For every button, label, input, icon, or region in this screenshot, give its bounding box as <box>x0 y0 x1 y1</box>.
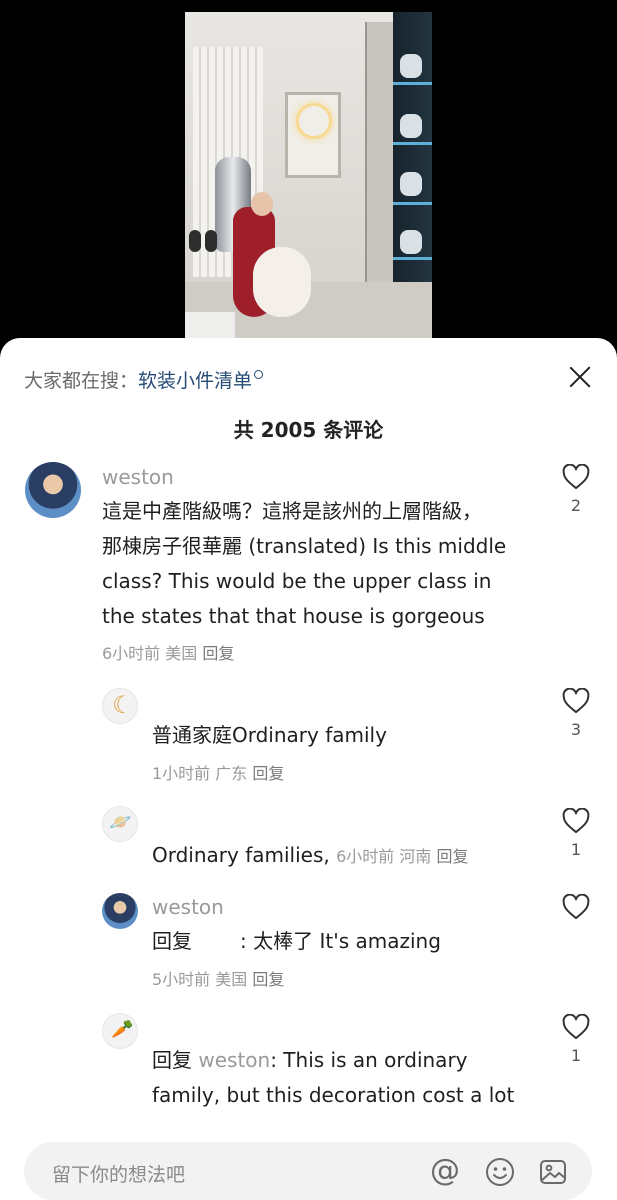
comment-input[interactable]: 留下你的想法吧 <box>52 1160 185 1187</box>
heart-outline-icon[interactable] <box>562 1014 590 1040</box>
comment-location: 河南 <box>399 847 432 866</box>
like-count: 1 <box>570 1046 582 1065</box>
comment-text-inline: : 太棒了 It's amazing <box>240 929 441 953</box>
comment-text-line: family, but this decoration cost a lot <box>152 1083 515 1107</box>
search-icon <box>254 370 264 379</box>
reply-button[interactable]: 回复 <box>252 970 284 989</box>
reply-button[interactable]: 回复 <box>252 764 284 783</box>
comment-text-line: the states that that house is gorgeous <box>102 604 485 628</box>
trending-search-prefix: 大家都在搜： <box>24 370 139 392</box>
comment-location: 美国 <box>165 644 198 663</box>
comment-text-inline: Ordinary families, <box>152 843 330 867</box>
like-button[interactable]: 3 <box>560 688 592 739</box>
like-count: 3 <box>570 720 582 739</box>
heart-outline-icon[interactable] <box>562 808 590 834</box>
comment-time: 6小时前 <box>102 644 161 663</box>
comment-text: 回复 : 太棒了 It's amazing <box>152 924 441 959</box>
avatar[interactable] <box>102 806 138 842</box>
reply-prefix: 回复 <box>152 1048 192 1072</box>
comment-meta: 6小时前 美国 回复 <box>102 640 234 664</box>
heart-outline-icon[interactable] <box>562 688 590 714</box>
comment-location: 美国 <box>215 970 248 989</box>
avatar[interactable] <box>25 462 81 518</box>
avatar[interactable] <box>102 688 138 724</box>
close-icon[interactable] <box>567 364 593 390</box>
reply-prefix: 回复 <box>152 929 192 953</box>
like-button[interactable] <box>560 894 592 920</box>
comment-text-line: 那棟房子很華麗 (translated) Is this middle <box>102 534 507 558</box>
comment-meta: 6小时前 河南 回复 <box>336 847 468 866</box>
video-frame-artwork <box>285 92 341 178</box>
comment-text: 普通家庭Ordinary family <box>152 723 387 747</box>
comment-time: 5小时前 <box>152 970 211 989</box>
comment-time: 1小时前 <box>152 764 211 783</box>
video-player[interactable] <box>185 12 432 340</box>
scroll-fade <box>0 1110 617 1144</box>
comment-text-inline: : This is an ordinary <box>270 1048 468 1072</box>
comment-username[interactable]: weston <box>102 465 174 489</box>
like-button[interactable]: 2 <box>560 464 592 515</box>
reply-button[interactable]: 回复 <box>437 847 469 866</box>
like-count: 1 <box>570 840 582 859</box>
video-frame-plush-horse <box>253 247 311 317</box>
comment-text: 回复 weston: This is an ordinary family, b… <box>152 1043 514 1113</box>
comment-username[interactable]: weston <box>152 895 224 919</box>
comment-meta: 1小时前 广东 回复 <box>152 760 284 784</box>
comment-text: 這是中產階級嗎？這將是該州的上層階級， 那棟房子很華麗 (translated)… <box>102 494 506 634</box>
like-button[interactable]: 1 <box>560 1014 592 1065</box>
comment-meta: 5小时前 美国 回复 <box>152 966 284 990</box>
avatar[interactable] <box>102 893 138 929</box>
like-button[interactable]: 1 <box>560 808 592 859</box>
emoji-icon[interactable] <box>484 1156 516 1188</box>
image-icon[interactable] <box>537 1156 569 1188</box>
at-mention-icon[interactable]: @ <box>429 1156 461 1188</box>
comment-input-bar[interactable]: 留下你的想法吧 @ <box>24 1142 592 1200</box>
comment-location: 广东 <box>215 764 248 783</box>
heart-outline-icon[interactable] <box>562 464 590 490</box>
avatar[interactable] <box>102 1013 138 1049</box>
reply-button[interactable]: 回复 <box>202 644 234 663</box>
mention-username[interactable]: weston <box>198 1048 270 1072</box>
comment-text: Ordinary families, 6小时前 河南 回复 <box>152 838 469 874</box>
comment-sheet: 大家都在搜：软装小件清单 共 2005 条评论 weston 這是中產階級嗎？這… <box>0 338 617 1200</box>
heart-outline-icon[interactable] <box>562 894 590 920</box>
comment-text-line: 這是中產階級嗎？這將是該州的上層階級， <box>102 499 482 523</box>
trending-search-term[interactable]: 软装小件清单 <box>138 370 252 392</box>
trending-search[interactable]: 大家都在搜：软装小件清单 <box>24 366 264 393</box>
like-count: 2 <box>570 496 582 515</box>
comment-text-line: class? This would be the upper class in <box>102 569 492 593</box>
video-frame-door <box>365 22 395 322</box>
comment-count-title: 共 2005 条评论 <box>233 418 384 442</box>
comment-time: 6小时前 <box>336 847 395 866</box>
